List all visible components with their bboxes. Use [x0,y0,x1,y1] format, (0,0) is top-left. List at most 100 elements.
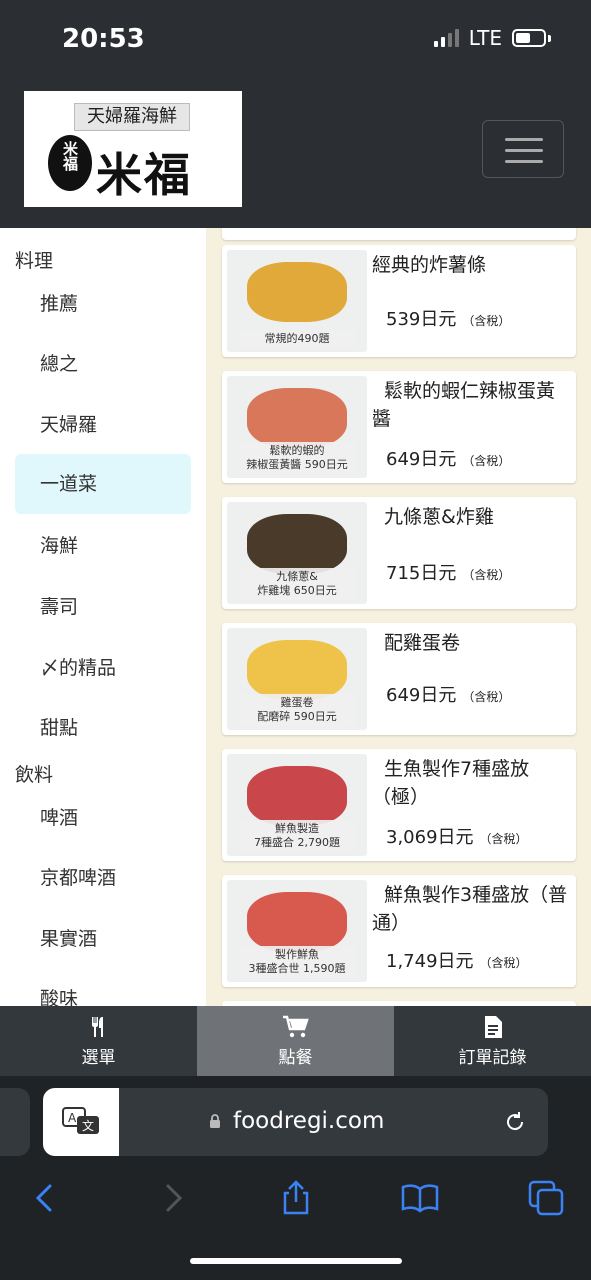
signal-icon [433,29,459,47]
price-value: 649日元 [386,685,457,706]
sidebar-item-recommended[interactable]: 推薦 [15,274,191,334]
tab-order[interactable]: 點餐 [197,1006,394,1076]
sidebar-item-dessert[interactable]: 甜點 [15,698,191,758]
battery-icon [512,29,546,47]
forward-icon[interactable] [152,1178,192,1218]
lock-icon [210,1114,220,1128]
tab-label: 點餐 [278,1047,313,1068]
bookmarks-icon[interactable] [400,1178,440,1218]
food-photo [247,640,347,700]
menu-list: 常規的490題 經典的炸薯條 539日元 （含稅） 鬆軟的蝦的 辣椒蛋黃醬 590… [206,228,591,1006]
hamburger-line [505,149,543,152]
tab-label: 選單 [81,1047,116,1068]
menu-item-image: 鮮魚製造 7種盛合 2,790題 [227,754,367,856]
menu-item-image: 鬆軟的蝦的 辣椒蛋黃醬 590日元 [227,376,367,478]
tax-note: （含稅） [479,832,528,846]
menu-toggle-button[interactable] [482,120,564,178]
menu-item-price: 649日元 （含稅） [386,681,510,707]
status-bar: 20:53 LTE [0,0,591,80]
previous-tab-preview[interactable] [0,1088,30,1156]
menu-card-partial[interactable] [222,228,576,240]
image-caption: 雞蛋卷 配磨碎 590日元 [239,694,355,726]
menu-item-price: 3,069日元 （含稅） [386,823,528,849]
sidebar-item-tempura[interactable]: 天婦羅 [15,395,191,455]
menu-item-price: 649日元 （含稅） [386,445,510,471]
sidebar-item-shime[interactable]: 〆的精品 [15,638,191,698]
status-time: 20:53 [62,24,145,54]
sidebar-item-fruit-wine[interactable]: 果實酒 [15,909,191,969]
food-photo [247,262,347,322]
tab-menu[interactable]: 選單 [0,1006,197,1076]
tax-note: （含稅） [462,690,511,704]
menu-card[interactable]: 常規的490題 經典的炸薯條 539日元 （含稅） [222,245,576,357]
sidebar-item-kyoto-beer[interactable]: 京都啤酒 [15,848,191,908]
app-tab-bar: 選單 點餐 訂單記錄 [0,1006,591,1076]
home-indicator [190,1258,402,1264]
image-caption: 九條蔥& 炸雞塊 650日元 [239,568,355,600]
back-icon[interactable] [26,1178,66,1218]
menu-item-image: 製作鮮魚 3種盛合世 1,590題 [227,880,367,982]
menu-item-price: 1,749日元 （含稅） [386,947,528,973]
network-label: LTE [468,26,502,50]
image-caption: 鮮魚製造 7種盛合 2,790題 [239,820,355,852]
sidebar-item-sour[interactable]: 酸味 [15,969,191,1006]
hamburger-line [505,160,543,163]
food-photo [247,388,347,448]
image-caption: 鬆軟的蝦的 辣椒蛋黃醬 590日元 [239,442,355,474]
svg-text:文: 文 [82,1118,94,1133]
sidebar-item-starters[interactable]: 總之 [15,334,191,394]
battery-tip [548,34,551,42]
price-value: 539日元 [386,309,457,330]
food-photo [247,892,347,952]
tax-note: （含稅） [479,956,528,970]
sidebar-item-sushi[interactable]: 壽司 [15,577,191,637]
utensils-icon [91,1016,103,1037]
tax-note: （含稅） [462,568,511,582]
category-sidebar: 料理 推薦 總之 天婦羅 一道菜 海鮮 壽司 〆的精品 甜點 飲料 啤酒 京都啤… [0,228,206,1006]
menu-item-name: 鮮魚製作3種盛放（普通） [372,884,568,934]
sidebar-item-seafood[interactable]: 海鮮 [15,516,191,576]
share-icon[interactable] [276,1178,316,1218]
site-header: 天婦羅海鮮 米福 米福 [0,80,591,228]
reload-icon[interactable] [503,1110,527,1134]
status-right: LTE [433,26,551,50]
menu-item-image: 九條蔥& 炸雞塊 650日元 [227,502,367,604]
translate-button[interactable]: A 文 [43,1088,119,1156]
restaurant-logo[interactable]: 天婦羅海鮮 米福 米福 [24,91,242,207]
tab-label: 訂單記錄 [458,1047,527,1068]
menu-item-name: 生魚製作7種盛放（極） [372,758,530,808]
sidebar-item-single-dish[interactable]: 一道菜 [15,454,191,514]
menu-card[interactable]: 鬆軟的蝦的 辣椒蛋黃醬 590日元 鬆軟的蝦仁辣椒蛋黃醬 649日元 （含稅） [222,371,576,483]
tax-note: （含稅） [462,454,511,468]
menu-item-name: 配雞蛋卷 [384,632,461,654]
menu-card[interactable]: 九條蔥& 炸雞塊 650日元 九條蔥&炸雞 715日元 （含稅） [222,497,576,609]
svg-text:A: A [68,1111,77,1125]
menu-card[interactable]: 鮮魚製造 7種盛合 2,790題 生魚製作7種盛放（極） 3,069日元 （含稅） [222,749,576,861]
tab-order-history[interactable]: 訂單記錄 [394,1006,591,1076]
menu-item-image: 常規的490題 [227,250,367,352]
menu-item-image: 雞蛋卷 配磨碎 590日元 [227,628,367,730]
price-value: 649日元 [386,449,457,470]
price-value: 3,069日元 [386,827,474,848]
translate-icon: A 文 [62,1107,99,1134]
menu-item-name: 九條蔥&炸雞 [384,506,494,528]
logo-seal-text: 米福 [61,141,79,171]
cart-icon [282,1015,309,1037]
price-value: 1,749日元 [386,951,474,972]
menu-card[interactable]: 製作鮮魚 3種盛合世 1,590題 鮮魚製作3種盛放（普通） 1,749日元 （含… [222,875,576,987]
logo-tagline: 天婦羅海鮮 [74,103,190,131]
tax-note: （含稅） [462,314,511,328]
document-icon [484,1015,502,1038]
food-photo [247,514,347,574]
image-caption: 製作鮮魚 3種盛合世 1,590題 [239,946,355,978]
menu-card[interactable]: 雞蛋卷 配磨碎 590日元 配雞蛋卷 649日元 （含稅） [222,623,576,735]
category-heading-food: 料理 [15,250,54,272]
food-photo [247,766,347,826]
tabs-icon[interactable] [526,1178,566,1218]
url-text: foodregi.com [233,1108,385,1134]
hamburger-line [505,138,543,141]
address-bar[interactable]: A 文 foodregi.com [43,1088,548,1156]
category-heading-drinks: 飲料 [15,764,54,786]
sidebar-item-beer[interactable]: 啤酒 [15,788,191,848]
menu-item-name: 鬆軟的蝦仁辣椒蛋黃醬 [372,380,556,430]
